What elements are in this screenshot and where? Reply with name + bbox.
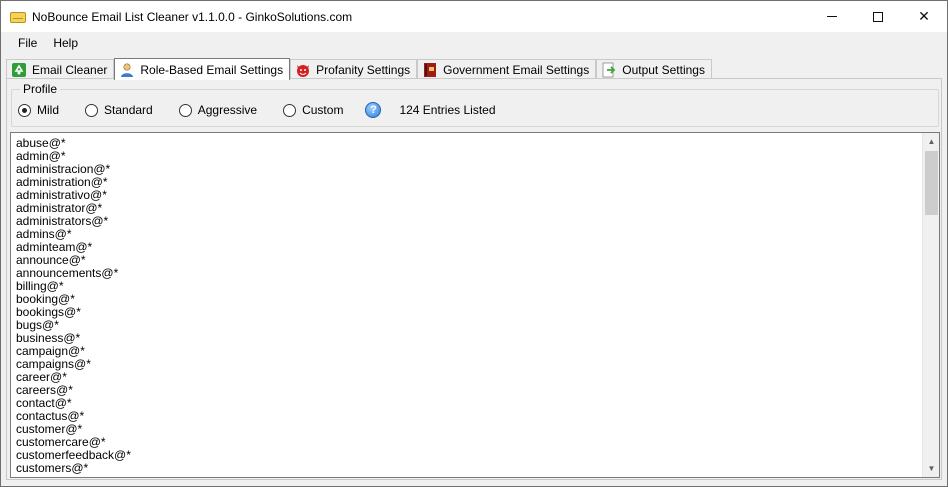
title-bar[interactable]: NoBounce Email List Cleaner v1.1.0.0 - G…	[1, 1, 947, 32]
tab-strip: Email Cleaner Role-Based Email Settings …	[6, 57, 712, 80]
minimize-icon	[827, 16, 837, 17]
menu-bar: File Help	[1, 32, 947, 54]
tab-email-cleaner[interactable]: Email Cleaner	[6, 59, 115, 79]
tab-role-based-email-settings[interactable]: Role-Based Email Settings	[114, 58, 291, 80]
role-based-settings-panel: Profile Mild Standard Aggressive Custom	[6, 78, 942, 480]
tab-label: Email Cleaner	[32, 62, 108, 77]
vertical-scrollbar[interactable]: ▲ ▼	[922, 133, 939, 477]
radio-indicator	[85, 103, 99, 117]
export-arrow-icon	[601, 62, 617, 78]
radio-label: Custom	[302, 103, 344, 117]
radio-indicator	[178, 103, 192, 117]
menu-help[interactable]: Help	[45, 32, 86, 54]
menu-file[interactable]: File	[10, 32, 45, 54]
role-email-list[interactable]: abuse@* admin@* administracion@* administra…	[10, 132, 940, 478]
radio-indicator	[18, 103, 31, 117]
profile-group-label: Profile	[20, 82, 61, 96]
close-button[interactable]: ✕	[901, 1, 947, 32]
tab-label: Output Settings	[622, 62, 705, 77]
radio-standard[interactable]: Standard	[85, 103, 153, 117]
list-item[interactable]: customers@*	[16, 462, 131, 475]
window-title: NoBounce Email List Cleaner v1.1.0.0 - G…	[32, 9, 353, 24]
tab-profanity-settings[interactable]: Profanity Settings	[290, 59, 418, 79]
profile-group: Profile Mild Standard Aggressive Custom	[11, 82, 939, 127]
maximize-icon	[873, 11, 883, 22]
radio-label: Mild	[37, 103, 60, 117]
close-icon: ✕	[918, 8, 930, 24]
maximize-button[interactable]	[855, 1, 901, 32]
user-icon	[119, 62, 135, 78]
tab-output-settings[interactable]: Output Settings	[596, 59, 712, 79]
tab-label: Government Email Settings	[443, 62, 590, 77]
tab-label: Profanity Settings	[316, 62, 411, 77]
radio-indicator	[283, 103, 297, 117]
window-controls: ✕	[809, 1, 947, 32]
scroll-thumb[interactable]	[925, 151, 938, 215]
radio-label: Standard	[104, 103, 153, 117]
radio-custom[interactable]: Custom	[283, 103, 343, 117]
envelope-app-icon	[10, 10, 26, 24]
minimize-button[interactable]	[809, 1, 855, 32]
entries-count: 124 Entries Listed	[399, 103, 496, 117]
radio-mild[interactable]: Mild	[18, 103, 59, 117]
scroll-up-arrow-icon[interactable]: ▲	[923, 133, 939, 150]
recycle-icon	[11, 62, 27, 78]
radio-label: Aggressive	[197, 103, 258, 117]
radio-aggressive[interactable]: Aggressive	[178, 103, 258, 117]
list-lines: abuse@* admin@* administracion@* administra…	[16, 137, 131, 475]
tab-label: Role-Based Email Settings	[140, 62, 284, 77]
scroll-down-arrow-icon[interactable]: ▼	[923, 460, 939, 477]
devil-icon	[295, 62, 311, 78]
flag-book-icon	[422, 62, 438, 78]
profile-options: Mild Standard Aggressive Custom ? 124 En…	[18, 102, 496, 118]
help-icon[interactable]: ?	[365, 102, 382, 118]
tab-government-email-settings[interactable]: Government Email Settings	[417, 59, 597, 79]
app-window: NoBounce Email List Cleaner v1.1.0.0 - G…	[0, 0, 948, 487]
